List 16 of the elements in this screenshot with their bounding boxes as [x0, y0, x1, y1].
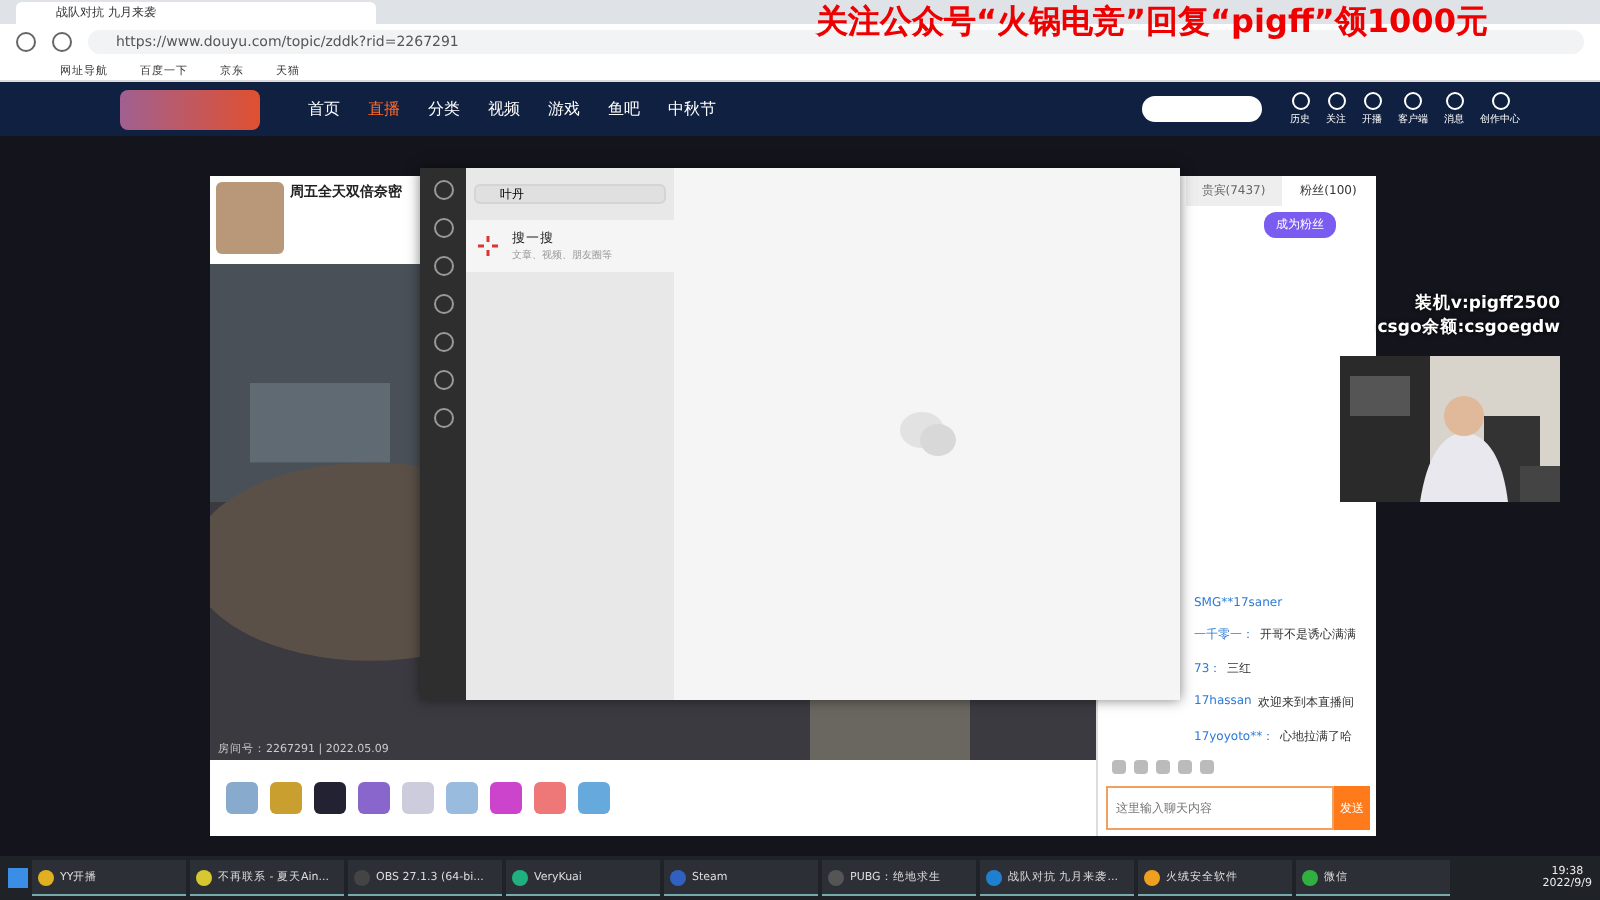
avatar-icon	[216, 182, 284, 254]
chat-bubbles-icon	[897, 410, 957, 458]
nav-item[interactable]: 中秋节	[668, 98, 716, 120]
nav-item[interactable]: 视频	[488, 98, 520, 120]
gift-icon[interactable]	[314, 782, 346, 814]
start-icon[interactable]	[8, 868, 28, 888]
site-logo[interactable]	[120, 89, 260, 129]
nav-item[interactable]: 直播	[368, 98, 400, 120]
nav-item[interactable]: 首页	[308, 98, 340, 120]
search-field[interactable]	[1142, 96, 1262, 122]
nav-item[interactable]: 鱼吧	[608, 98, 640, 120]
nav-item[interactable]: 分类	[428, 98, 460, 120]
nav-item[interactable]: 游戏	[548, 98, 580, 120]
overlay-text: 装机v:pigff2500	[1414, 292, 1560, 316]
overlay-text: csgo余额:csgoegdw	[1377, 316, 1560, 340]
sparkle-icon	[478, 236, 498, 256]
